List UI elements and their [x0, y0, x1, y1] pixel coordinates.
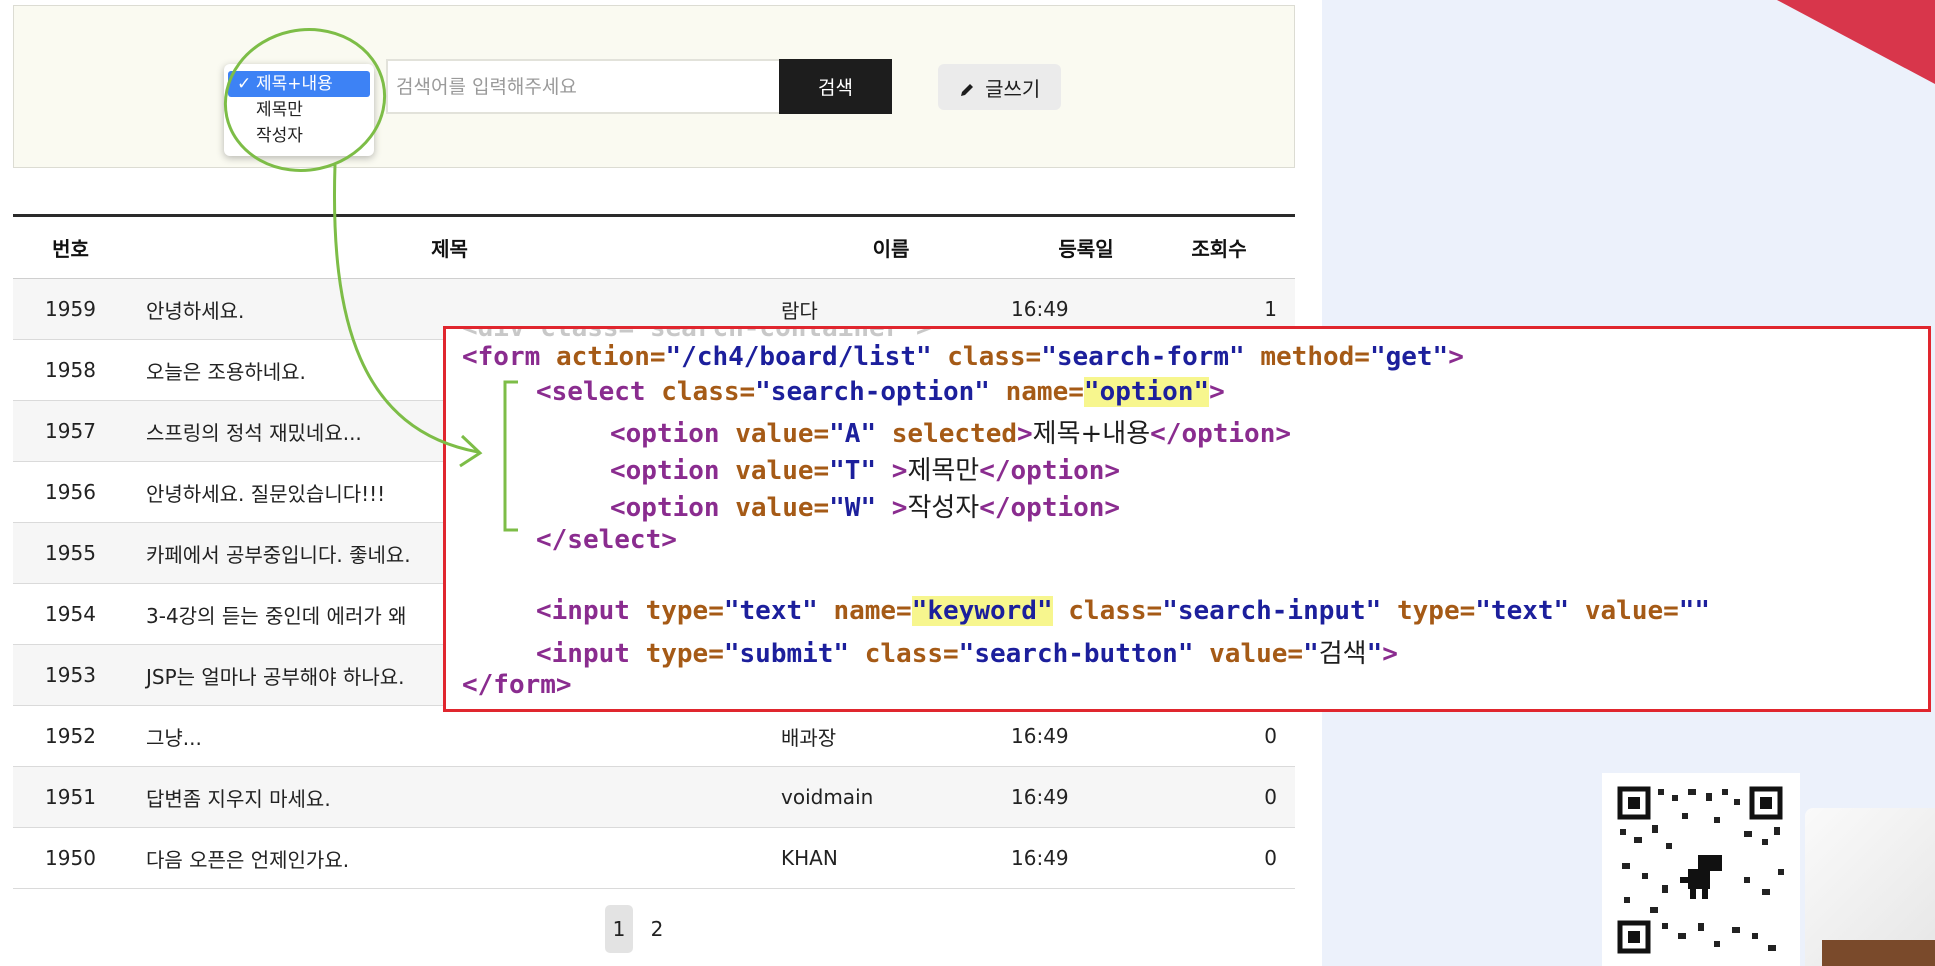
header-name: 이름 — [872, 237, 910, 261]
header-date: 등록일 — [1058, 237, 1114, 261]
search-button[interactable]: 검색 — [779, 59, 892, 114]
code-line-form-close: </form> — [462, 670, 572, 700]
header-views: 조회수 — [1191, 237, 1247, 261]
row-num: 1951 — [45, 785, 96, 809]
page-link-2[interactable]: 2 — [643, 905, 671, 953]
code-line-input-text: <input type="text" name="keyword" class=… — [536, 596, 1711, 626]
check-icon: ✓ — [237, 74, 252, 94]
row-views: 0 — [1264, 785, 1277, 809]
header-title: 제목 — [431, 237, 468, 261]
desk-edge — [1822, 940, 1935, 966]
code-line-option-w: <option value="W" >작성자</option> — [610, 493, 1121, 523]
option-label: 제목+내용 — [256, 74, 333, 94]
option-writer[interactable]: 작성자 — [228, 123, 370, 149]
option-label: 제목만 — [256, 100, 303, 120]
row-num: 1957 — [45, 419, 96, 443]
option-title-content[interactable]: ✓ 제목+내용 — [228, 71, 370, 97]
qr-code-icon — [1602, 773, 1800, 966]
row-title-link[interactable]: 다음 오픈은 언제인가요. — [128, 828, 771, 889]
row-date: 16:49 — [1011, 724, 1069, 748]
code-line-fragment: <div class="search-container"> — [462, 326, 932, 343]
code-snippet-panel: <div class="search-container"> <form act… — [443, 326, 1931, 712]
row-name: KHAN — [781, 846, 838, 870]
corner-accent-triangle — [1777, 0, 1935, 84]
search-option-dropdown[interactable]: ✓ 제목+내용 제목만 작성자 — [224, 64, 374, 156]
table-row: 1951 답변좀 지우지 마세요. voidmain 16:49 0 — [13, 766, 1295, 828]
search-input[interactable] — [386, 59, 780, 114]
write-button[interactable]: 글쓰기 — [938, 64, 1061, 110]
row-title-link[interactable]: 그냥... — [128, 706, 771, 767]
page-link-1[interactable]: 1 — [605, 905, 633, 953]
highlight-option: option — [1099, 377, 1194, 407]
row-date: 16:49 — [1011, 785, 1069, 809]
option-label: 작성자 — [256, 126, 303, 146]
code-line-form-open: <form action="/ch4/board/list" class="se… — [462, 342, 1464, 372]
option-title-only[interactable]: 제목만 — [228, 97, 370, 123]
dinosaur-icon — [1680, 855, 1722, 899]
table-row: 1950 다음 오픈은 언제인가요. KHAN 16:49 0 — [13, 828, 1295, 889]
row-views: 0 — [1264, 724, 1277, 748]
pencil-icon — [959, 77, 981, 101]
row-num: 1956 — [45, 480, 96, 504]
header-num: 번호 — [52, 237, 89, 261]
row-num: 1950 — [45, 846, 96, 870]
row-views: 0 — [1264, 846, 1277, 870]
code-line-option-a: <option value="A" selected>제목+내용</option… — [610, 419, 1292, 449]
code-line-select-close: </select> — [536, 525, 677, 555]
row-date: 16:49 — [1011, 846, 1069, 870]
table-row: 1952 그냥... 배과장 16:49 0 — [13, 706, 1295, 767]
row-name: voidmain — [781, 785, 874, 809]
row-num: 1954 — [45, 602, 96, 626]
row-num: 1955 — [45, 541, 96, 565]
row-title-link[interactable]: 답변좀 지우지 마세요. — [128, 767, 771, 828]
write-button-label: 글쓰기 — [985, 76, 1041, 101]
highlight-keyword: keyword — [927, 596, 1037, 626]
row-name: 배과장 — [781, 725, 837, 750]
code-line-option-t: <option value="T" >제목만</option> — [610, 456, 1121, 486]
pagination: 1 2 — [605, 905, 671, 953]
table-header-row: 번호 제목 이름 등록일 조회수 — [13, 215, 1295, 279]
row-num: 1958 — [45, 358, 96, 382]
code-line-input-submit: <input type="submit" class="search-butto… — [536, 639, 1398, 669]
row-num: 1952 — [45, 724, 96, 748]
code-line-select-open: <select class="search-option" name="opti… — [536, 377, 1225, 407]
row-num: 1953 — [45, 663, 96, 687]
row-num: 1959 — [45, 297, 96, 321]
